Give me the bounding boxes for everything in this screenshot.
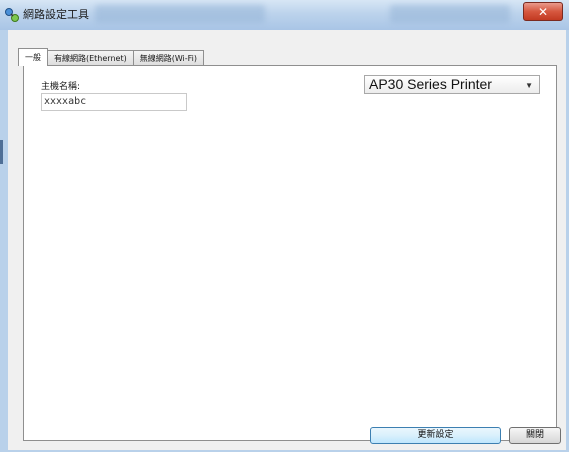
tab-strip: 一般 有線網路(Ethernet) 無線網路(Wi-Fi) <box>18 48 205 66</box>
update-settings-button[interactable]: 更新設定 <box>370 427 501 444</box>
window-title: 網路設定工具 <box>23 8 89 21</box>
host-name-label: 主機名稱: <box>41 82 81 92</box>
close-button[interactable]: 關閉 <box>509 427 561 444</box>
printer-model-select[interactable]: AP30 Series Printer ▼ <box>364 75 540 94</box>
title-bar-blur-right <box>390 5 510 23</box>
tab-general[interactable]: 一般 <box>18 48 48 66</box>
tab-wifi[interactable]: 無線網路(Wi-Fi) <box>132 50 205 66</box>
network-settings-window: 網路設定工具 ✕ 一般 有線網路(Ethernet) 無線網路(Wi-Fi) 主… <box>0 0 569 452</box>
tab-ethernet[interactable]: 有線網路(Ethernet) <box>47 50 134 66</box>
host-name-input[interactable]: xxxxabc <box>41 93 187 111</box>
left-edge-marker <box>0 140 3 164</box>
general-tab-panel: 主機名稱: xxxxabc <box>23 65 557 441</box>
network-tool-icon <box>5 8 19 22</box>
title-bar[interactable]: 網路設定工具 ✕ <box>0 0 569 30</box>
printer-model-value: AP30 Series Printer <box>369 76 492 92</box>
title-bar-blur <box>95 5 265 23</box>
chevron-down-icon[interactable]: ▼ <box>525 77 533 94</box>
close-window-button[interactable]: ✕ <box>523 2 563 21</box>
client-area: 一般 有線網路(Ethernet) 無線網路(Wi-Fi) 主機名稱: xxxx… <box>8 30 566 450</box>
